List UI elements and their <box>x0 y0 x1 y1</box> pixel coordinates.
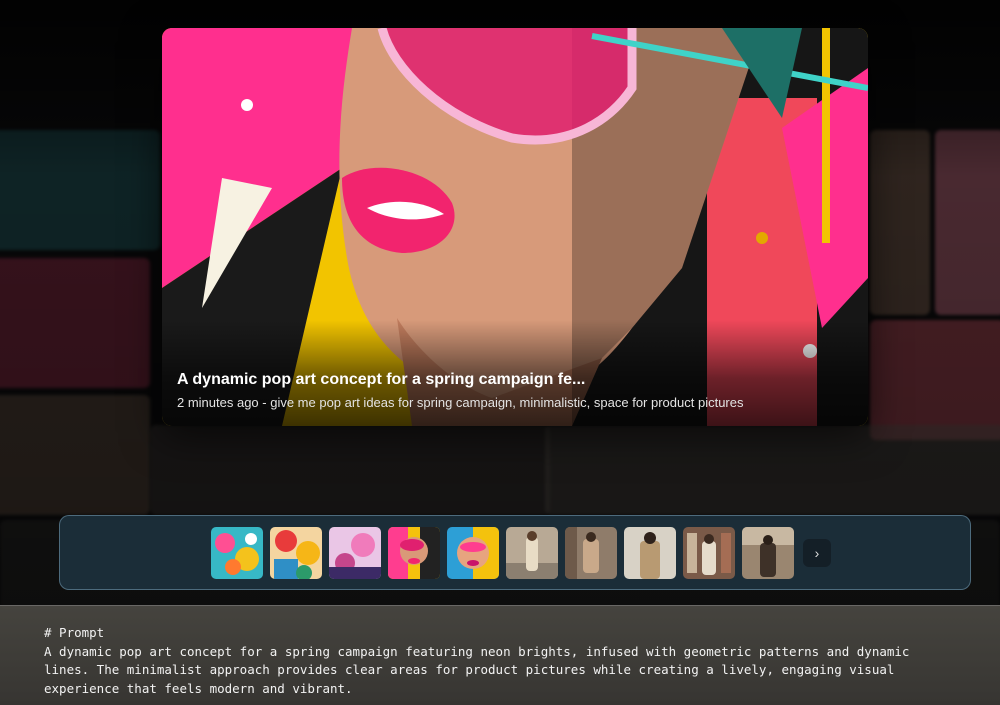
next-button[interactable]: › <box>803 538 831 567</box>
hero-title: A dynamic pop art concept for a spring c… <box>177 371 586 388</box>
chevron-right-icon: › <box>814 544 820 561</box>
hero-caption: A dynamic pop art concept for a spring c… <box>162 320 868 426</box>
thumbnail-strip: › <box>59 515 971 590</box>
thumb-fashion-street-2[interactable] <box>565 526 617 579</box>
thumb-popart-face-colorful[interactable] <box>447 526 499 579</box>
prompt-panel: # Prompt A dynamic pop art concept for a… <box>0 605 1000 705</box>
hero-meta: 2 minutes ago - give me pop art ideas fo… <box>177 395 744 410</box>
thumb-fashion-store-2[interactable] <box>742 526 794 579</box>
prompt-heading: # Prompt <box>44 625 105 640</box>
thumb-fashion-street-1[interactable] <box>506 526 558 579</box>
thumbnail-list <box>211 526 794 579</box>
thumb-popart-flowers-2[interactable] <box>270 526 322 579</box>
thumb-popart-flowers-1[interactable] <box>211 526 263 579</box>
thumb-fashion-street-3[interactable] <box>624 526 676 579</box>
thumb-popart-face-sunglasses[interactable] <box>388 526 440 579</box>
hero-image-card[interactable]: A dynamic pop art concept for a spring c… <box>162 28 868 426</box>
thumb-popart-flowers-3[interactable] <box>329 526 381 579</box>
thumb-fashion-store-1[interactable] <box>683 526 735 579</box>
prompt-text: A dynamic pop art concept for a spring c… <box>44 643 910 696</box>
